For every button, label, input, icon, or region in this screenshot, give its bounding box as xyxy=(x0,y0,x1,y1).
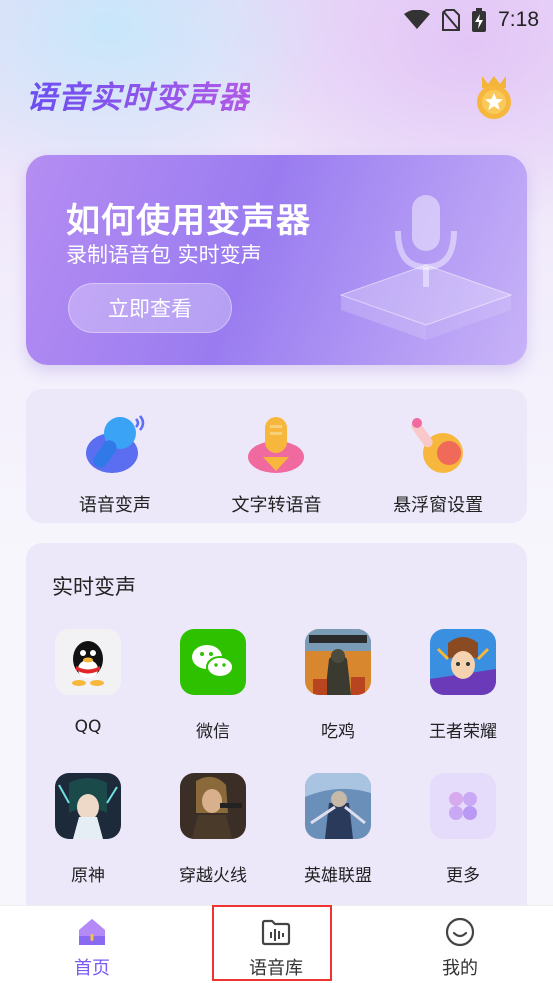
banner-title: 如何使用变声器 xyxy=(66,201,311,241)
banner-subtitle: 录制语音包 实时变声 xyxy=(66,243,262,267)
wifi-icon xyxy=(404,10,431,29)
tool-floating-window[interactable]: 悬浮窗设置 xyxy=(358,389,518,523)
tool-voice-change[interactable]: 语音变声 xyxy=(35,389,195,523)
tools-card: 语音变声 文字转语音 悬浮窗设置 xyxy=(26,389,527,523)
more-icon xyxy=(430,773,496,839)
clock: 7:18 xyxy=(498,8,539,31)
text-to-speech-icon xyxy=(248,417,305,473)
tool-label: 语音变声 xyxy=(78,495,151,516)
crossfire-icon xyxy=(180,773,246,839)
app-honor-of-kings[interactable]: 王者荣耀 xyxy=(403,629,523,742)
tool-label: 文字转语音 xyxy=(231,495,322,516)
app-label: 英雄联盟 xyxy=(304,866,372,886)
app-genshin[interactable]: 原神 xyxy=(28,773,148,886)
app-league-of-legends[interactable]: 英雄联盟 xyxy=(278,773,398,886)
app-label: 吃鸡 xyxy=(321,722,355,742)
bottom-nav: 首页 语音库 我的 xyxy=(0,905,553,983)
view-now-button[interactable]: 立即查看 xyxy=(68,283,232,333)
wechat-icon xyxy=(180,629,246,695)
microphone-icon xyxy=(85,415,145,473)
nav-voice-library[interactable]: 语音库 xyxy=(216,906,336,983)
microphone-illustration-icon xyxy=(339,195,513,340)
tool-text-to-speech[interactable]: 文字转语音 xyxy=(196,389,356,523)
genshin-icon xyxy=(55,773,121,839)
realtime-voice-card: 实时变声 QQ 微信 吃鸡 王者荣耀 原神 穿越火线 英雄联盟 更多 xyxy=(26,543,527,923)
floating-window-icon xyxy=(411,418,464,473)
nav-label: 我的 xyxy=(442,958,478,979)
profile-icon xyxy=(445,917,475,947)
no-sim-icon xyxy=(442,9,461,31)
nav-profile[interactable]: 我的 xyxy=(400,906,520,983)
app-label: 微信 xyxy=(196,722,230,742)
section-title: 实时变声 xyxy=(52,575,136,599)
pubg-icon xyxy=(305,629,371,695)
app-label: 穿越火线 xyxy=(179,866,247,886)
app-label: QQ xyxy=(74,717,102,737)
nav-label: 首页 xyxy=(74,958,110,979)
app-crossfire[interactable]: 穿越火线 xyxy=(153,773,273,886)
app-wechat[interactable]: 微信 xyxy=(153,629,273,742)
nav-home[interactable]: 首页 xyxy=(32,906,152,983)
app-title: 语音实时变声器 xyxy=(26,72,250,117)
home-icon xyxy=(79,919,105,945)
tutorial-banner[interactable]: 如何使用变声器 录制语音包 实时变声 立即查看 xyxy=(26,155,527,365)
app-pubg[interactable]: 吃鸡 xyxy=(278,629,398,742)
app-qq[interactable]: QQ xyxy=(28,629,148,737)
honor-of-kings-icon xyxy=(430,629,496,695)
app-label: 原神 xyxy=(71,866,105,886)
nav-label: 语音库 xyxy=(249,958,303,979)
battery-charging-icon xyxy=(472,8,487,32)
app-more[interactable]: 更多 xyxy=(403,773,523,886)
app-label: 王者荣耀 xyxy=(429,722,497,742)
qq-icon xyxy=(55,629,121,695)
status-bar: 7:18 xyxy=(0,0,553,40)
app-label: 更多 xyxy=(446,866,480,886)
tool-label: 悬浮窗设置 xyxy=(393,495,484,516)
vip-medal-icon[interactable] xyxy=(474,72,514,122)
league-of-legends-icon xyxy=(305,773,371,839)
voice-library-icon xyxy=(261,919,291,946)
